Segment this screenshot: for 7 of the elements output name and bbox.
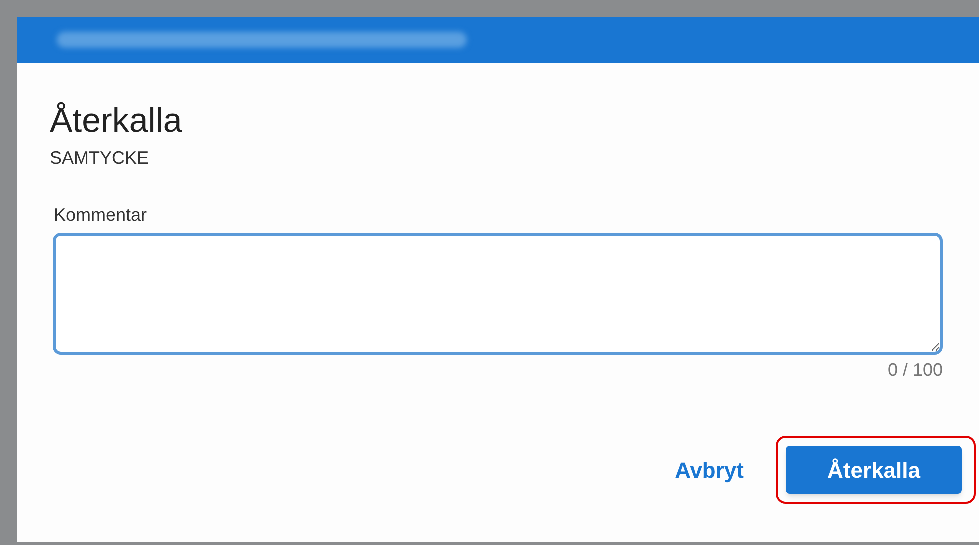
cancel-button[interactable]: Avbryt: [663, 446, 756, 494]
comment-field[interactable]: [53, 233, 943, 355]
character-counter: 0 / 100: [888, 359, 943, 382]
dialog-subtitle: SAMTYCKE: [50, 147, 150, 170]
revoke-button[interactable]: Återkalla: [786, 446, 962, 494]
dialog-title: Återkalla: [50, 101, 184, 141]
field-label: Kommentar: [54, 204, 148, 227]
